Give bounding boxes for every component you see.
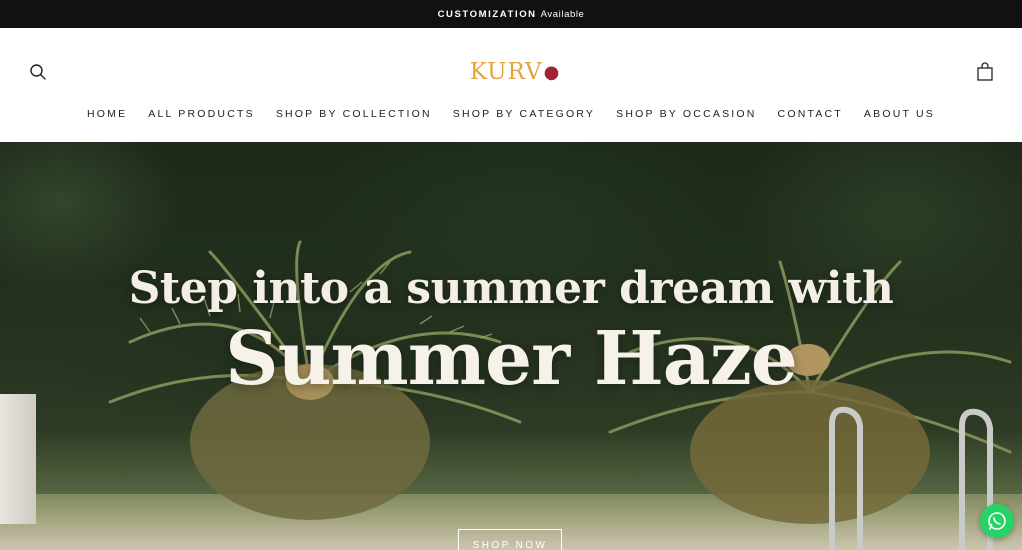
announcement-bold: CUSTOMIZATION [437, 8, 537, 20]
search-icon[interactable] [28, 62, 48, 82]
logo-text: KURV [469, 59, 543, 85]
hero-heading-line2: Summer Haze [225, 316, 798, 402]
nav-about-us[interactable]: ABOUT US [853, 108, 945, 124]
announcement-bar: CUSTOMIZATION Available [0, 0, 1022, 28]
main-nav: HOME ALL PRODUCTS SHOP BY COLLECTION SHO… [0, 108, 1022, 124]
whatsapp-icon[interactable] [980, 504, 1014, 538]
shop-now-button[interactable]: SHOP NOW [458, 529, 562, 550]
nav-contact[interactable]: CONTACT [767, 108, 853, 124]
nav-all-products[interactable]: ALL PRODUCTS [138, 108, 266, 124]
site-logo[interactable]: KURV ● [470, 54, 560, 90]
hero-chair [0, 394, 36, 524]
nav-home[interactable]: HOME [76, 108, 137, 124]
nav-shop-by-collection[interactable]: SHOP BY COLLECTION [265, 108, 442, 124]
shopping-bag-icon[interactable] [974, 61, 996, 83]
nav-shop-by-category[interactable]: SHOP BY CATEGORY [442, 108, 605, 124]
hero-banner: Step into a summer dream with Summer Haz… [0, 142, 1022, 550]
nav-shop-by-occasion[interactable]: SHOP BY OCCASION [606, 108, 767, 124]
site-header: KURV ● HOME ALL PRODUCTS SHOP BY COLLECT… [0, 28, 1022, 142]
hero-heading-line1: Step into a summer dream with [128, 263, 894, 314]
logo-mark: ● [543, 61, 561, 83]
announcement-text: Available [540, 8, 585, 20]
